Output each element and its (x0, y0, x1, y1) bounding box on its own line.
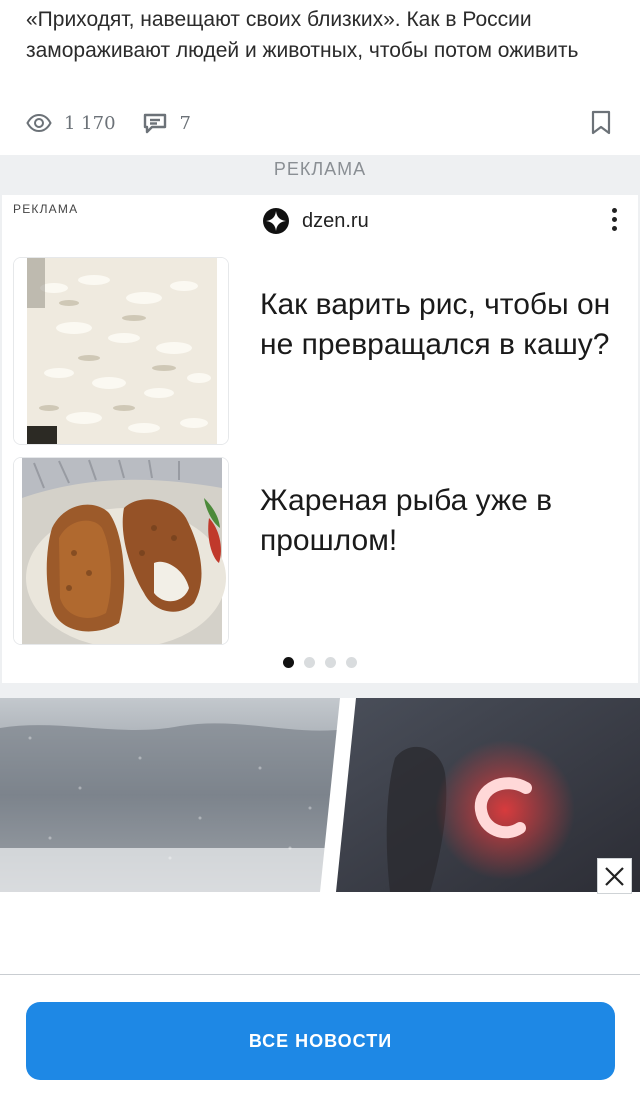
more-options-icon[interactable] (606, 205, 622, 235)
article-meta: 1 170 7 (26, 108, 191, 138)
all-news-button[interactable]: ВСЕ НОВОСТИ (26, 1002, 615, 1080)
divider (0, 974, 640, 975)
ad-source[interactable]: dzen.ru (262, 207, 369, 235)
carousel-indicator (283, 657, 367, 668)
rice-image[interactable] (13, 257, 229, 445)
close-ad-button[interactable] (597, 858, 632, 894)
bookmark-icon[interactable] (590, 110, 612, 136)
ad-section-label: РЕКЛАМА (273, 159, 367, 179)
eye-icon (26, 114, 52, 132)
carousel-dot[interactable] (346, 657, 357, 668)
comment-icon (143, 113, 166, 134)
comments-count[interactable]: 7 (180, 113, 191, 134)
close-icon (605, 867, 624, 886)
carousel-dot-active[interactable] (283, 657, 294, 668)
ad-item[interactable]: Как варить рис, чтобы он не превращался … (13, 257, 629, 445)
carousel-dot[interactable] (304, 657, 315, 668)
dzen-logo-icon (263, 208, 289, 234)
ad-source-name: dzen.ru (302, 209, 369, 232)
ad-card[interactable]: РЕКЛАМА dzen.ru Как варить рис, чтобы он… (2, 195, 638, 683)
fried-fish-image[interactable] (13, 457, 229, 645)
ad-item-title[interactable]: Как варить рис, чтобы он не превращался … (260, 285, 620, 365)
views-count: 1 170 (64, 112, 116, 134)
ad-item-title[interactable]: Жареная рыба уже в прошлом! (260, 481, 620, 561)
ad-card-label: РЕКЛАМА (13, 202, 79, 216)
carousel-dot[interactable] (325, 657, 336, 668)
promo-banner[interactable] (0, 698, 640, 892)
ad-item[interactable]: Жареная рыба уже в прошлом! (13, 457, 629, 645)
article-preview[interactable]: «Приходят, навещают своих близких». Как … (0, 0, 640, 155)
article-title[interactable]: «Приходят, навещают своих близких». Как … (26, 4, 616, 66)
